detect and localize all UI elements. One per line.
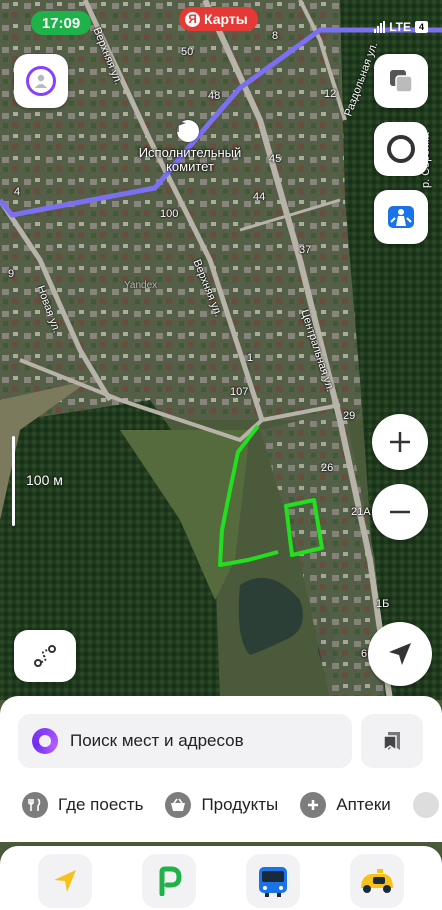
poi-marker[interactable] [177,120,199,142]
minus-icon [388,500,412,524]
battery-icon: 4 [415,21,428,33]
bookmarks-icon [381,730,403,752]
panorama-button[interactable] [374,190,428,244]
search-placeholder: Поиск мест и адресов [70,731,244,750]
bottom-sheet: Поиск мест и адресов Где поесть Продукты… [0,696,442,842]
house-number: 4 [14,186,21,198]
flag-icon [177,120,193,137]
signal-icon [374,21,386,33]
category-label: Где поесть [58,795,144,814]
category-groceries[interactable]: Продукты [165,786,278,824]
category-pharmacy[interactable]: Аптеки [300,786,391,824]
app-brand-badge: Я Карты [179,7,258,31]
alice-icon [386,134,416,164]
house-number: 50 [181,46,194,58]
app-name: Карты [204,11,248,27]
profile-icon [26,66,56,96]
scale-bar [12,436,15,526]
house-number: 29 [343,410,356,422]
house-number: 1Б [376,598,390,610]
category-label: Продукты [201,795,279,814]
category-label: Аптеки [336,795,391,814]
map-watermark: Yandex [124,280,158,291]
status-time: 17:09 [31,11,91,35]
category-chips: Где поесть Продукты Аптеки [0,786,442,824]
bookmarks-button[interactable] [361,714,423,768]
house-number: 1 [247,352,254,364]
parking-icon [154,866,184,897]
scale-label: 100 м [26,472,63,488]
bus-icon [256,864,290,898]
layers-button[interactable] [374,54,428,108]
search-input[interactable]: Поиск мест и адресов [18,714,352,768]
plus-icon [388,430,412,454]
taxi-icon [357,866,397,896]
house-number: 12 [324,88,337,100]
house-number: 21А [351,506,371,518]
house-number: 45 [269,153,282,165]
route-icon [32,643,58,669]
fork-knife-icon [22,792,48,818]
alice-voice-button[interactable] [374,122,428,176]
house-number: 9 [8,268,15,280]
route-button[interactable] [14,630,76,682]
bottom-navigation [0,846,442,910]
house-number: 37 [299,244,312,256]
category-more[interactable] [412,786,439,824]
more-icon [412,792,439,818]
my-location-button[interactable] [368,622,432,686]
house-number: 107 [230,386,249,398]
house-number: 44 [253,191,266,203]
zoom-in-button[interactable] [372,414,428,470]
house-number: 100 [160,208,179,220]
alice-icon [32,728,58,754]
panorama-person-icon [386,202,416,232]
network-type: LTE [389,20,411,34]
layers-icon [388,68,414,94]
location-arrow-icon [387,641,413,667]
house-number: 26 [321,462,334,474]
plus-icon [300,792,327,818]
profile-button[interactable] [14,54,68,108]
navigator-arrow-icon [50,866,80,896]
yandex-logo-icon: Я [185,11,200,27]
status-icons: LTE 4 [374,20,428,34]
nav-taxi[interactable] [350,854,404,908]
nav-parking[interactable] [142,854,196,908]
poi-label[interactable]: Исполнительный комитет [130,146,250,174]
zoom-out-button[interactable] [372,484,428,540]
nav-transport[interactable] [246,854,300,908]
nav-navigator[interactable] [38,854,92,908]
basket-icon [165,792,192,818]
house-number: 48 [208,90,221,102]
house-number: 8 [272,30,279,42]
house-number: 6 [361,648,368,660]
category-food[interactable]: Где поесть [22,786,143,824]
